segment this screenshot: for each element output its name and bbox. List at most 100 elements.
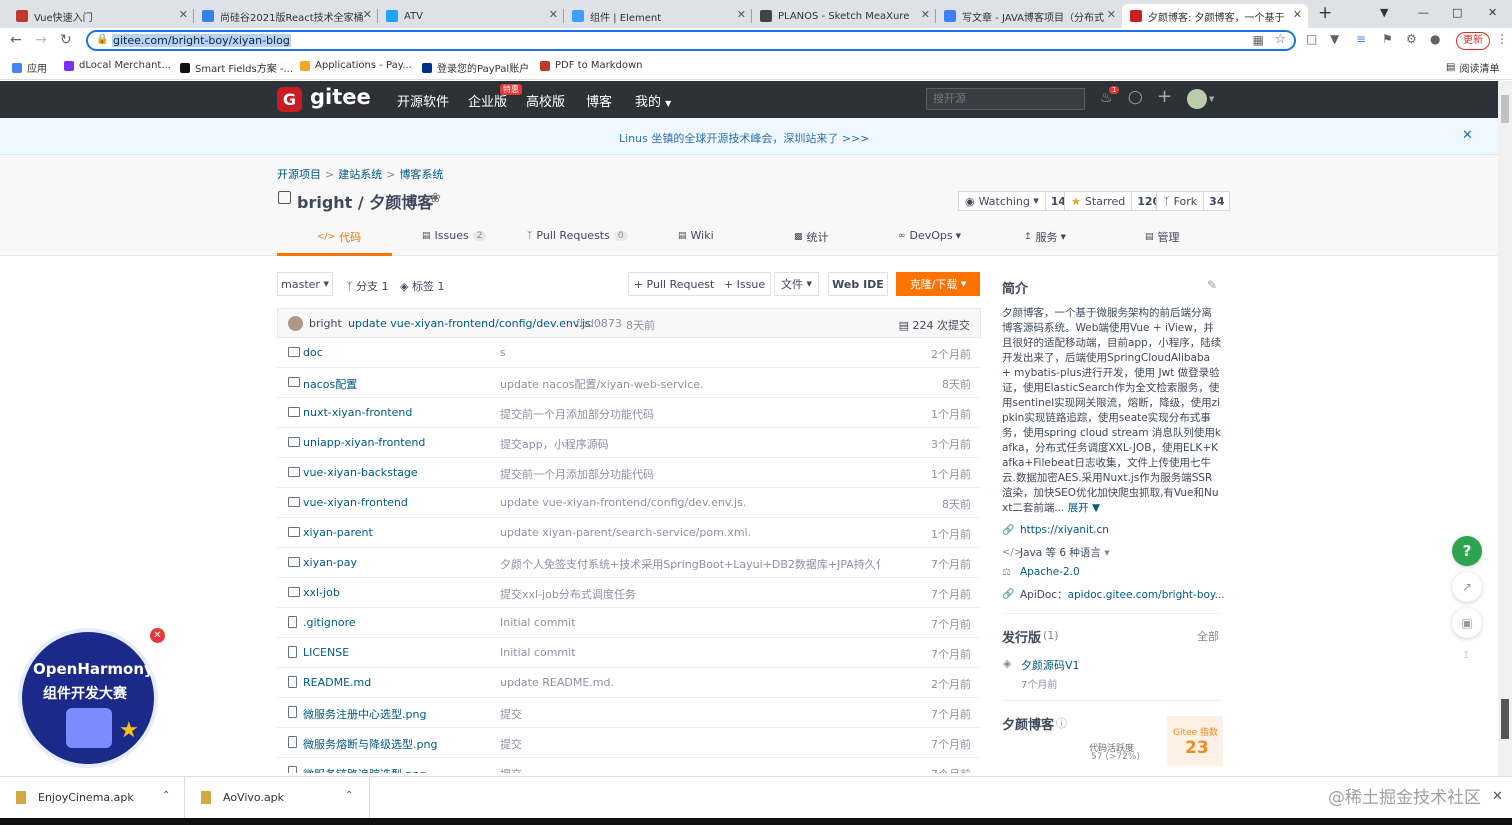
- breadcrumb-item[interactable]: 博客系统: [399, 166, 443, 182]
- file-name[interactable]: 微服务注册中心选型.png: [303, 706, 426, 722]
- update-button[interactable]: 更新: [1456, 32, 1490, 50]
- help-button[interactable]: ?: [1452, 536, 1482, 566]
- close-tab-icon[interactable]: ✕: [179, 8, 188, 21]
- nav-edu[interactable]: 高校版: [526, 91, 565, 110]
- file-commit-message[interactable]: 夕颜个人免签支付系统+技术采用SpringBoot+Layui+DB2数据库+J…: [500, 556, 880, 572]
- watch-button[interactable]: ◉ Watching ▼ 14: [958, 191, 1073, 211]
- comment-icon[interactable]: ▣: [1452, 608, 1482, 638]
- browser-tab[interactable]: ATV ✕: [378, 4, 564, 28]
- repo-owner[interactable]: bright: [297, 193, 352, 212]
- url-text[interactable]: gitee.com/bright-boy/xiyan-blog: [112, 34, 291, 47]
- file-name[interactable]: vue-xiyan-frontend: [303, 496, 408, 509]
- new-issue-button[interactable]: + Issue: [724, 278, 765, 291]
- repo-tab[interactable]: ↥ 服务 ▼: [1024, 229, 1066, 245]
- gitee-index-card[interactable]: Gitee 指数 23: [1167, 716, 1223, 766]
- close-tab-icon[interactable]: ✕: [737, 8, 746, 21]
- help-circle-icon[interactable]: ⓘ: [1056, 715, 1067, 731]
- homepage-link[interactable]: https://xiyanit.cn: [1020, 524, 1109, 536]
- gitee-logo-text[interactable]: gitee: [310, 85, 371, 109]
- file-commit-message[interactable]: 提交前一个月添加部分功能代码: [500, 406, 654, 422]
- scrollbar-thumb[interactable]: [1501, 95, 1509, 123]
- bookmark-item[interactable]: Applications - Pay...: [300, 60, 412, 71]
- chevron-up-icon[interactable]: ⌃: [162, 790, 170, 801]
- nav-blog[interactable]: 博客: [586, 91, 612, 110]
- bookmark-item[interactable]: Smart Fields方案 -...: [180, 60, 293, 75]
- branch-select[interactable]: master ▼: [277, 272, 333, 296]
- file-commit-message[interactable]: Initial commit: [500, 616, 576, 629]
- tags-link[interactable]: ◈ 标签 1: [400, 278, 444, 294]
- notice-link[interactable]: Linus 坐镇的全球开源技术峰会，深圳站来了 >>>: [619, 130, 870, 146]
- profile-icon[interactable]: ●: [1430, 32, 1440, 46]
- file-row[interactable]: vue-xiyan-frontend update vue-xiyan-front…: [277, 488, 981, 518]
- file-name[interactable]: nuxt-xiyan-frontend: [303, 406, 412, 419]
- author-avatar[interactable]: [288, 316, 303, 331]
- file-row[interactable]: 微服务熔断与降级选型.png 提交 7个月前: [277, 728, 981, 758]
- commit-hash[interactable]: fbd0873: [576, 317, 622, 330]
- gitee-logo-icon[interactable]: G: [277, 87, 302, 112]
- file-name[interactable]: doc: [303, 346, 323, 359]
- expand-link[interactable]: 展开 ▼: [1068, 502, 1100, 514]
- web-ide-button[interactable]: Web IDE: [828, 272, 888, 296]
- file-row[interactable]: nuxt-xiyan-frontend 提交前一个月添加部分功能代码 1个月前: [277, 398, 981, 428]
- file-row[interactable]: doc s 2个月前: [277, 338, 981, 368]
- nav-open-source[interactable]: 开源软件: [397, 91, 449, 110]
- more-menu-icon[interactable]: ⋮: [1496, 32, 1508, 46]
- repo-tab[interactable]: ▤ Issues 2: [422, 229, 487, 242]
- extension-icon[interactable]: ≡: [1356, 32, 1366, 46]
- files-dropdown[interactable]: 文件 ▼: [774, 272, 819, 296]
- file-name[interactable]: xxl-job: [303, 586, 340, 599]
- file-row[interactable]: README.md update README.md. 2个月前: [277, 668, 981, 698]
- download-item[interactable]: EnjoyCinema.apk ⌃: [0, 777, 185, 818]
- close-tab-icon[interactable]: ✕: [921, 8, 930, 21]
- close-icon[interactable]: ✕: [1462, 128, 1473, 143]
- bookmark-item[interactable]: PDF to Markdown: [540, 60, 643, 71]
- file-commit-message[interactable]: 提交app，小程序源码: [500, 436, 609, 452]
- bookmark-star-icon[interactable]: ☆: [1274, 32, 1286, 47]
- gvp-badge-icon[interactable]: ❀: [430, 191, 441, 206]
- maximize-icon[interactable]: □: [1452, 6, 1462, 19]
- file-name[interactable]: xiyan-parent: [303, 526, 373, 539]
- star-button[interactable]: ★ Starred 120: [1064, 191, 1167, 211]
- file-commit-message[interactable]: 提交xxl-job分布式调度任务: [500, 586, 636, 602]
- address-bar[interactable]: 🔒 gitee.com/bright-boy/xiyan-blog ▦ ☆: [86, 30, 1296, 51]
- file-row[interactable]: LICENSE Initial commit 7个月前: [277, 638, 981, 668]
- close-tab-icon[interactable]: ✕: [363, 8, 372, 21]
- file-row[interactable]: xiyan-parent update xiyan-parent/search-s…: [277, 518, 981, 548]
- new-tab-icon[interactable]: +: [1318, 3, 1332, 23]
- file-row[interactable]: 微服务注册中心选型.png 提交 7个月前: [277, 698, 981, 728]
- bookmark-item[interactable]: 登录您的PayPal账户: [422, 60, 529, 75]
- fork-button[interactable]: ᛉ Fork 34: [1156, 191, 1231, 211]
- clone-download-button[interactable]: 克隆/下载 ▼: [896, 272, 980, 296]
- language-row[interactable]: </> Java 等 6 种语言 ▼: [1002, 545, 1110, 560]
- breadcrumb-item[interactable]: 建站系统: [338, 166, 382, 182]
- minimize-icon[interactable]: —: [1418, 6, 1429, 19]
- download-item[interactable]: AoVivo.apk ⌃: [185, 777, 370, 818]
- user-avatar[interactable]: [1187, 89, 1207, 109]
- reload-icon[interactable]: ↻: [60, 32, 72, 48]
- file-row[interactable]: vue-xiyan-backstage 提交前一个月添加部分功能代码 1个月前: [277, 458, 981, 488]
- translate-icon[interactable]: ▦: [1253, 33, 1264, 47]
- share-icon[interactable]: ↗: [1452, 572, 1482, 602]
- file-row[interactable]: xiyan-pay 夕颜个人免签支付系统+技术采用SpringBoot+Layui…: [277, 548, 981, 578]
- edit-icon[interactable]: ✎: [1207, 278, 1217, 292]
- repo-tab[interactable]: ▤ Wiki: [678, 229, 714, 242]
- promo-close-icon[interactable]: ✕: [150, 628, 165, 643]
- file-name[interactable]: README.md: [303, 676, 371, 689]
- file-row[interactable]: uniapp-xiyan-frontend 提交app，小程序源码 3个月前: [277, 428, 981, 458]
- file-commit-message[interactable]: update vue-xiyan-frontend/config/dev.env…: [500, 496, 746, 509]
- new-pull-request-button[interactable]: + Pull Request: [634, 278, 714, 291]
- file-name[interactable]: xiyan-pay: [303, 556, 357, 569]
- file-row[interactable]: xxl-job 提交xxl-job分布式调度任务 7个月前: [277, 578, 981, 608]
- file-commit-message[interactable]: 提交: [500, 706, 522, 722]
- browser-tab[interactable]: PLANOS - Sketch MeaXure ✕: [752, 4, 936, 28]
- file-commit-message[interactable]: s: [500, 346, 506, 359]
- bookmark-item[interactable]: 应用: [12, 60, 47, 75]
- browser-tab[interactable]: 夕颜博客: 夕颜博客，一个基于 ✕: [1122, 4, 1308, 28]
- repo-tab[interactable]: </> 代码: [317, 229, 361, 245]
- repo-tab[interactable]: ᛉ Pull Requests 0: [527, 229, 628, 242]
- file-commit-message[interactable]: update xiyan-parent/search-service/pom.x…: [500, 526, 751, 539]
- close-tab-icon[interactable]: ✕: [549, 8, 558, 21]
- back-icon[interactable]: ←: [10, 32, 22, 48]
- commit-count[interactable]: ▤ 224 次提交: [899, 317, 970, 333]
- browser-tab[interactable]: 尚硅谷2021版React技术全家桶 ✕: [194, 4, 378, 28]
